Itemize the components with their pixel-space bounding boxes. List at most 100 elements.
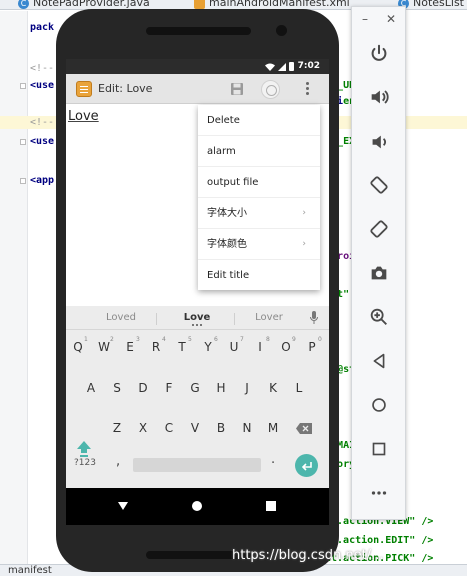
status-bar: 7:02 — [66, 59, 329, 74]
phone-screen: 7:02 Edit: Love Love Delete alarm output… — [66, 59, 329, 525]
menu-item-output-file[interactable]: output file — [198, 167, 320, 198]
watermark-text: https://blog.csdn.net/... — [232, 548, 384, 563]
code-line: <!-- — [30, 117, 55, 128]
submenu-arrow-icon: › — [302, 208, 306, 218]
key-h[interactable]: H — [209, 381, 233, 395]
key-x[interactable]: X — [131, 421, 155, 435]
status-icons — [265, 62, 294, 71]
key-hint: 2 — [110, 336, 114, 343]
symbols-key[interactable]: ?123 — [74, 458, 96, 468]
key-k[interactable]: K — [261, 381, 285, 395]
home-icon — [372, 398, 386, 412]
menu-item-font-size[interactable]: 字体大小 › — [198, 198, 320, 229]
key-n[interactable]: N — [235, 421, 259, 435]
comma-key[interactable]: , — [116, 454, 120, 469]
code-line: <app — [30, 175, 55, 186]
note-editor-text[interactable]: Love — [68, 109, 99, 124]
period-key[interactable]: . — [271, 452, 275, 467]
home-button[interactable] — [364, 390, 394, 420]
phone-camera — [276, 25, 287, 36]
key-l[interactable]: L — [287, 381, 311, 395]
key-g[interactable]: G — [183, 381, 207, 395]
key-c[interactable]: C — [157, 421, 181, 435]
space-bar[interactable] — [133, 458, 261, 472]
key-hint: 0 — [318, 336, 322, 343]
key-m[interactable]: M — [261, 421, 285, 435]
action-bar: Edit: Love — [66, 74, 329, 104]
menu-item-font-color[interactable]: 字体颜色 › — [198, 229, 320, 260]
wifi-icon — [265, 63, 275, 71]
key-hint: 8 — [266, 336, 270, 343]
key-v[interactable]: V — [183, 421, 207, 435]
code-line: <use — [30, 136, 55, 147]
soft-keyboard: Q W E R T Y U I O P 1 2 3 4 5 6 7 8 9 0 … — [66, 330, 329, 488]
key-b[interactable]: B — [209, 421, 233, 435]
phone-frame: 7:02 Edit: Love Love Delete alarm output… — [56, 9, 339, 572]
menu-item-delete[interactable]: Delete — [198, 105, 320, 136]
key-f[interactable]: F — [157, 381, 181, 395]
zoom-button[interactable] — [364, 302, 394, 332]
power-button[interactable] — [364, 39, 394, 69]
suggestion-item[interactable]: Loved — [86, 312, 156, 323]
volume-down-icon — [372, 135, 386, 149]
fold-marker-icon[interactable] — [20, 83, 26, 89]
key-hint: 3 — [136, 336, 140, 343]
fold-marker-icon[interactable] — [20, 178, 26, 184]
key-s[interactable]: S — [105, 381, 129, 395]
key-z[interactable]: Z — [105, 421, 129, 435]
close-button[interactable]: ✕ — [386, 12, 396, 26]
enter-key[interactable] — [295, 454, 318, 477]
overview-button[interactable] — [364, 434, 394, 464]
c-class-icon: C — [18, 0, 29, 9]
camera-icon — [371, 266, 387, 280]
submenu-arrow-icon: › — [302, 239, 306, 249]
power-icon — [371, 44, 387, 61]
screenshot-button[interactable] — [364, 258, 394, 288]
key-hint: 1 — [84, 336, 88, 343]
overview-icon — [372, 442, 386, 456]
code-line: nt.action.EDIT" /> — [325, 535, 434, 546]
android-nav-bar — [66, 488, 329, 525]
key-hint: 9 — [292, 336, 296, 343]
overflow-menu-icon[interactable] — [306, 82, 310, 98]
code-line: <!-- — [30, 63, 55, 74]
key-hint: 6 — [214, 336, 218, 343]
volume-up-button[interactable] — [364, 82, 394, 112]
key-hint: 5 — [188, 336, 192, 343]
save-icon[interactable] — [230, 82, 244, 96]
emulator-toolbar-header: – ✕ — [352, 7, 405, 31]
suggestion-strip: Loved Love Lover — [66, 306, 329, 330]
suggestion-item[interactable]: Lover — [234, 312, 304, 323]
back-button[interactable] — [364, 346, 394, 376]
more-suggestions-icon[interactable] — [192, 324, 202, 326]
key-a[interactable]: A — [79, 381, 103, 395]
rotate-right-icon — [370, 220, 388, 238]
nav-recents-icon[interactable] — [265, 500, 277, 512]
notepad-app-icon — [76, 81, 92, 97]
volume-down-button[interactable] — [364, 127, 394, 157]
enter-icon — [301, 461, 312, 471]
ide-tab-notes-list[interactable]: C NotesList — [398, 0, 464, 10]
key-j[interactable]: J — [235, 381, 259, 395]
rotate-left-button[interactable] — [364, 170, 394, 200]
nav-back-icon[interactable] — [117, 500, 129, 512]
overflow-menu: Delete alarm output file 字体大小 › 字体颜色 › Edi… — [198, 105, 320, 290]
menu-item-edit-title[interactable]: Edit title — [198, 260, 320, 291]
back-icon — [373, 353, 385, 369]
microphone-icon[interactable] — [310, 311, 318, 325]
key-hint: 4 — [162, 336, 166, 343]
shift-icon[interactable] — [76, 440, 92, 458]
more-button[interactable] — [364, 478, 394, 508]
code-line: <use — [30, 80, 55, 91]
minimize-button[interactable]: – — [362, 12, 368, 26]
fold-marker-icon[interactable] — [20, 139, 26, 145]
nav-home-icon[interactable] — [191, 500, 203, 512]
signal-icon — [278, 62, 286, 71]
menu-item-alarm[interactable]: alarm — [198, 136, 320, 167]
backspace-icon[interactable] — [296, 423, 312, 434]
key-d[interactable]: D — [131, 381, 155, 395]
suggestion-item[interactable]: Love — [162, 312, 232, 323]
rotate-right-button[interactable] — [364, 214, 394, 244]
alarm-clock-icon[interactable] — [261, 80, 280, 99]
rotate-left-icon — [370, 176, 388, 194]
